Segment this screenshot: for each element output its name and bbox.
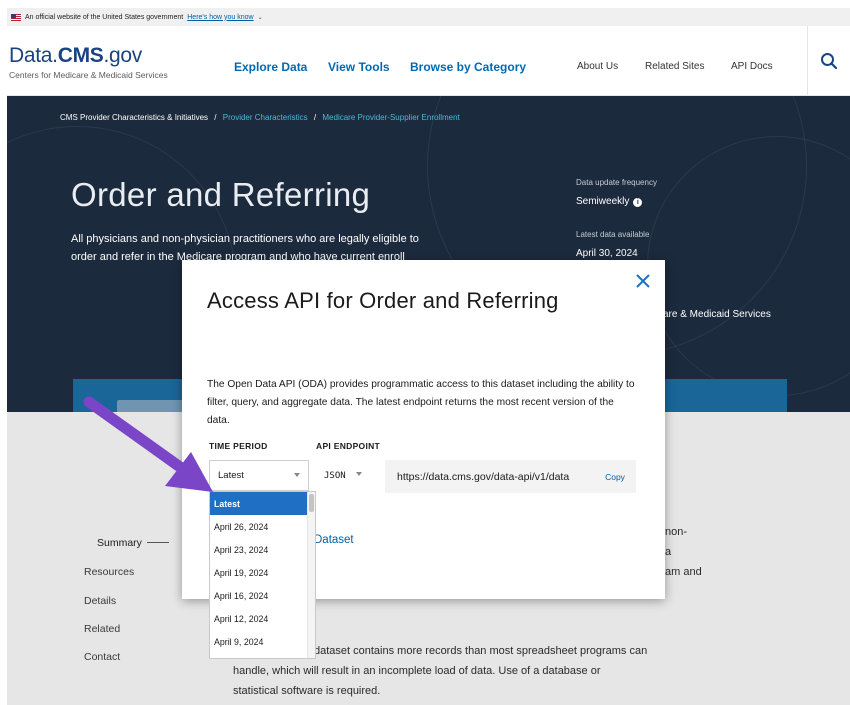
site-header: Data.CMS.gov Centers for Medicare & Medi… xyxy=(7,26,850,96)
breadcrumb-provider-characteristics[interactable]: Provider Characteristics xyxy=(223,113,308,122)
nav-about-us[interactable]: About Us xyxy=(577,61,618,72)
body-text-fragment: am and xyxy=(665,566,702,578)
chevron-down-icon: ⌄ xyxy=(257,14,263,21)
time-period-dropdown[interactable]: Latest April 26, 2024 April 23, 2024 Apr… xyxy=(209,491,316,659)
update-frequency-label: Data update frequency xyxy=(576,178,657,187)
body-warning-line: handle, which will result in an incomple… xyxy=(233,665,601,677)
close-button[interactable] xyxy=(633,271,653,291)
logo-subtitle: Centers for Medicare & Medicaid Services xyxy=(9,70,168,80)
nav-explore-data[interactable]: Explore Data xyxy=(234,60,307,74)
copy-button[interactable]: Copy xyxy=(594,460,636,493)
body-text-fragment: a xyxy=(665,546,672,558)
sidenav-summary[interactable]: Summary xyxy=(97,537,169,549)
latest-data-label: Latest data available xyxy=(576,230,650,239)
body-warning-line: dataset contains more records than most … xyxy=(314,645,648,657)
search-icon xyxy=(821,53,838,70)
close-icon xyxy=(636,274,650,288)
sidenav-contact[interactable]: Contact xyxy=(84,651,120,663)
heres-how-you-know-link[interactable]: Here's how you know xyxy=(187,14,253,21)
page-title: Order and Referring xyxy=(71,176,371,213)
logo-prefix: Data. xyxy=(9,44,58,67)
body-text-fragment: non- xyxy=(665,526,688,538)
option-date[interactable]: April 23, 2024 xyxy=(210,538,307,561)
option-date[interactable]: April 16, 2024 xyxy=(210,584,307,607)
option-date[interactable]: April 19, 2024 xyxy=(210,561,307,584)
format-value: JSON xyxy=(324,470,346,481)
option-latest[interactable]: Latest xyxy=(210,492,307,515)
nav-related-sites[interactable]: Related Sites xyxy=(645,61,704,72)
latest-data-value: April 30, 2024 xyxy=(576,248,638,259)
annotation-arrow-icon xyxy=(83,396,213,492)
endpoint-url: https://data.cms.gov/data-api/v1/data xyxy=(397,470,570,483)
option-date[interactable]: April 26, 2024 xyxy=(210,515,307,538)
us-flag-icon xyxy=(11,13,21,21)
modal-description: The Open Data API (ODA) provides program… xyxy=(207,379,635,426)
modal-title: Access API for Order and Referring xyxy=(207,288,559,313)
time-period-select[interactable]: Latest xyxy=(209,460,309,491)
update-frequency-value: Semiweekly i xyxy=(576,196,643,207)
gov-banner: An official website of the United States… xyxy=(7,8,850,26)
nav-browse-by-category[interactable]: Browse by Category xyxy=(410,60,526,74)
browser-viewport: An official website of the United States… xyxy=(7,8,850,705)
search-button[interactable] xyxy=(807,26,850,96)
site-logo[interactable]: Data.CMS.gov Centers for Medicare & Medi… xyxy=(9,44,168,80)
info-icon[interactable]: i xyxy=(633,198,643,207)
update-frequency-text: Semiweekly xyxy=(576,196,630,207)
breadcrumb-separator: / xyxy=(214,113,217,122)
logo-bold: CMS xyxy=(57,44,104,67)
breadcrumb: CMS Provider Characteristics & Initiativ… xyxy=(60,113,460,122)
chevron-down-icon xyxy=(356,472,362,476)
logo-suffix: .gov xyxy=(103,44,142,67)
sidenav-resources[interactable]: Resources xyxy=(84,566,134,578)
dropdown-scrollbar[interactable] xyxy=(307,492,315,658)
scrollbar-thumb[interactable] xyxy=(309,494,314,512)
dataset-link[interactable]: Dataset xyxy=(314,534,354,546)
sidenav-details[interactable]: Details xyxy=(84,595,116,607)
sidenav-related[interactable]: Related xyxy=(84,623,120,635)
breadcrumb-separator: / xyxy=(313,113,317,122)
gov-banner-text: An official website of the United States… xyxy=(25,13,184,21)
option-date[interactable]: April 12, 2024 xyxy=(210,607,307,630)
body-warning-line: statistical software is required. xyxy=(233,685,381,697)
publisher-name: are & Medicaid Services xyxy=(663,309,771,320)
api-endpoint-label: API ENDPOINT xyxy=(316,441,381,451)
chevron-down-icon xyxy=(294,473,300,477)
format-select[interactable]: JSON xyxy=(316,460,376,491)
breadcrumb-provider-supplier-enrollment[interactable]: Medicare Provider-Supplier Enrollment xyxy=(322,113,459,122)
nav-view-tools[interactable]: View Tools xyxy=(328,60,390,74)
breadcrumb-root[interactable]: CMS Provider Characteristics & Initiativ… xyxy=(60,113,208,122)
nav-api-docs[interactable]: API Docs xyxy=(731,61,773,72)
option-date[interactable]: April 9, 2024 xyxy=(210,630,307,653)
